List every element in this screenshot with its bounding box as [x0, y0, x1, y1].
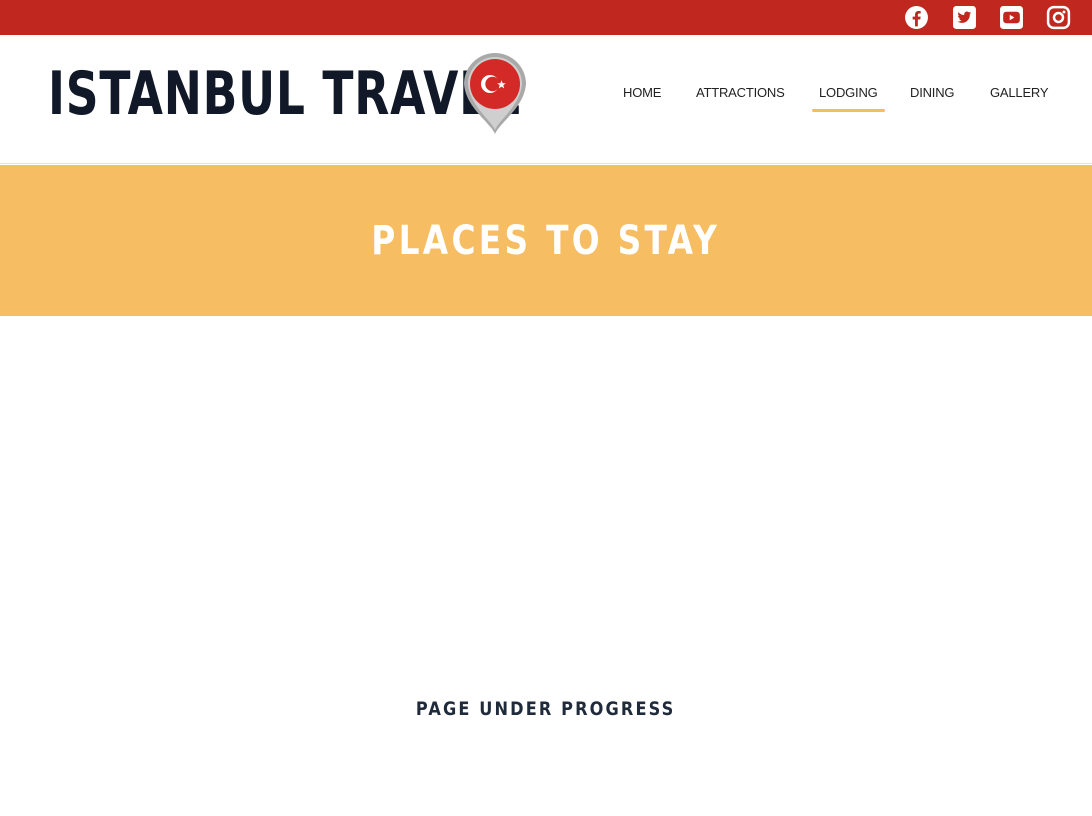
top-bar — [0, 0, 1092, 35]
facebook-icon[interactable] — [902, 3, 930, 31]
twitter-icon[interactable] — [950, 3, 978, 31]
site-header: ISTANBUL TRAVEL HOME ATTRACTIONS LODGING… — [0, 35, 1092, 164]
page-title: PLACES TO STAY — [371, 217, 721, 264]
hero-banner: PLACES TO STAY — [0, 165, 1092, 316]
nav-lodging[interactable]: LODGING — [812, 85, 885, 112]
site-logo[interactable]: ISTANBUL TRAVEL — [48, 49, 670, 139]
nav-dining[interactable]: DINING — [910, 85, 955, 109]
youtube-icon[interactable] — [997, 3, 1025, 31]
nav-home[interactable]: HOME — [623, 85, 661, 109]
map-pin-turkey-flag-icon — [464, 52, 526, 134]
status-message: PAGE UNDER PROGRESS — [0, 698, 1092, 720]
logo-text: ISTANBUL TRAVEL — [48, 59, 521, 129]
status-text: PAGE UNDER PROGRESS — [416, 698, 676, 720]
instagram-icon[interactable] — [1044, 3, 1072, 31]
nav-gallery[interactable]: GALLERY — [990, 85, 1049, 109]
nav-attractions[interactable]: ATTRACTIONS — [696, 85, 785, 109]
